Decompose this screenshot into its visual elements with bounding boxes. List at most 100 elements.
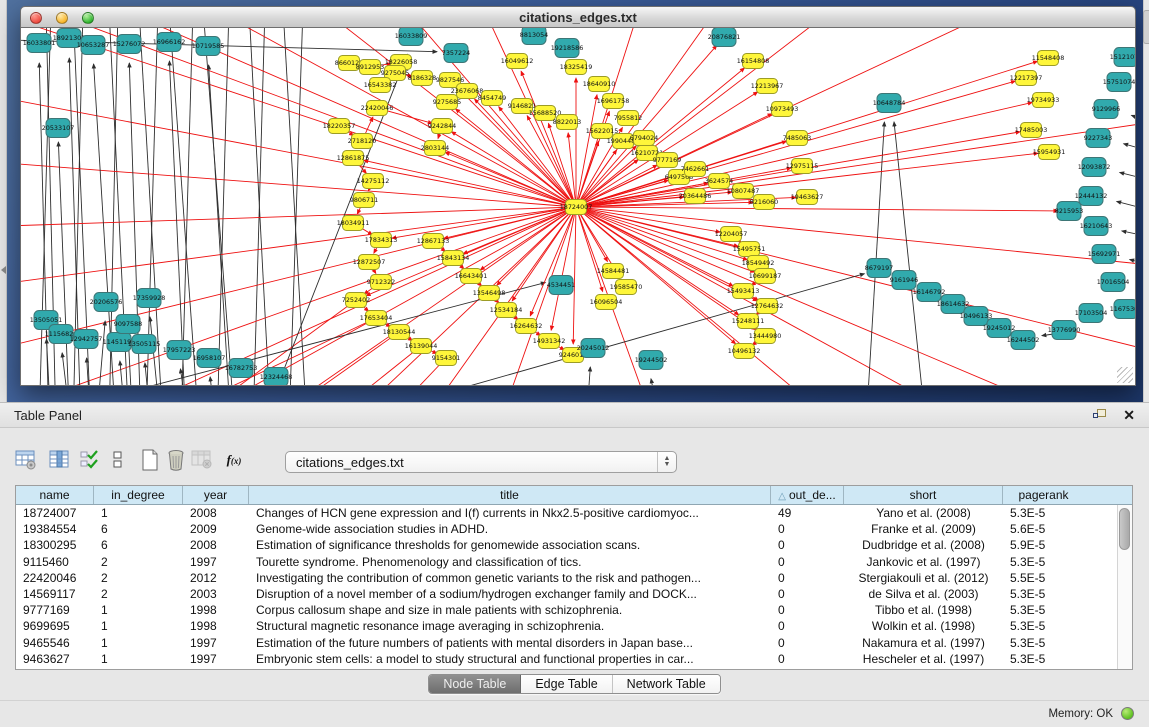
graph-node[interactable]: 16244502 <box>1007 331 1040 350</box>
table-cell[interactable]: 5.9E-5 <box>1003 537 1084 553</box>
tab-edge-table[interactable]: Edge Table <box>521 675 612 693</box>
table-cell[interactable]: 1997 <box>183 651 249 667</box>
graph-node[interactable]: 15495751 <box>733 242 766 257</box>
table-cell[interactable]: 0 <box>771 586 844 602</box>
close-panel-icon[interactable]: ✕ <box>1123 407 1135 423</box>
graph-node[interactable]: 2803144 <box>421 141 449 156</box>
table-cell[interactable]: 2009 <box>183 521 249 537</box>
scrollbar-thumb[interactable] <box>1119 508 1130 550</box>
graph-node[interactable]: 12324468 <box>260 368 293 387</box>
graph-node[interactable]: 8679197 <box>865 259 893 278</box>
network-canvas[interactable]: 1832541918640910169617587955812156220151… <box>20 28 1136 386</box>
graph-node[interactable]: 12867133 <box>417 234 450 249</box>
graph-node[interactable]: 16643401 <box>455 269 488 284</box>
graph-node[interactable]: 16033809 <box>395 28 428 46</box>
graph-node[interactable]: 9242844 <box>428 119 456 134</box>
graph-node[interactable]: 9806711 <box>350 193 378 208</box>
table-row[interactable]: 2242004622012Investigating the contribut… <box>16 570 1117 586</box>
table-cell[interactable]: Franke et al. (2009) <box>844 521 1003 537</box>
table-cell[interactable]: Disruption of a novel member of a sodium… <box>249 586 771 602</box>
graph-node[interactable]: 7955812 <box>614 111 642 126</box>
table-cell[interactable]: 2003 <box>183 586 249 602</box>
graph-node[interactable]: 17016504 <box>1097 273 1130 292</box>
graph-node[interactable]: 8813054 <box>520 28 548 45</box>
right-splitter-strip[interactable] <box>1143 0 1149 402</box>
graph-node[interactable]: 19245012 <box>983 319 1016 338</box>
graph-node[interactable]: 9275685 <box>433 95 461 110</box>
table-cell[interactable]: 6 <box>94 537 183 553</box>
graph-node[interactable]: 10719585 <box>192 37 225 56</box>
graph-node[interactable]: 13776990 <box>1048 321 1081 340</box>
graph-node[interactable]: 9129966 <box>1092 100 1120 119</box>
table-cell[interactable]: Nakamura et al. (1997) <box>844 635 1003 651</box>
merge-rows-icon[interactable] <box>106 448 130 472</box>
table-cell[interactable]: Wolkin et al. (1998) <box>844 618 1003 634</box>
graph-node[interactable]: 13546498 <box>473 286 506 301</box>
table-cell[interactable]: Yano et al. (2008) <box>844 505 1003 521</box>
float-panel-icon[interactable] <box>1093 409 1107 422</box>
graph-node[interactable]: 19585470 <box>610 280 643 295</box>
table-cell[interactable]: 5.6E-5 <box>1003 521 1084 537</box>
column-header-short[interactable]: short <box>844 486 1003 504</box>
graph-node[interactable]: 12872507 <box>353 255 386 270</box>
tab-network-table[interactable]: Network Table <box>613 675 720 693</box>
graph-node[interactable]: 15954931 <box>1033 145 1066 160</box>
graph-node[interactable]: 16146792 <box>913 283 946 302</box>
graph-node[interactable]: 13505115 <box>128 335 161 354</box>
graph-node[interactable]: 17103504 <box>1075 304 1108 323</box>
table-cell[interactable]: 0 <box>771 635 844 651</box>
table-cell[interactable]: 1 <box>94 618 183 634</box>
graph-node[interactable]: 14931342 <box>533 334 566 349</box>
graph-node[interactable]: 2718120 <box>348 134 376 149</box>
window-resize-grip[interactable] <box>1117 367 1133 383</box>
graph-node[interactable]: 7485063 <box>783 131 811 146</box>
table-cell[interactable]: Estimation of the future numbers of pati… <box>249 635 771 651</box>
table-cell[interactable]: 1998 <box>183 618 249 634</box>
graph-node[interactable]: 9161946 <box>890 271 918 290</box>
graph-node[interactable]: 9097588 <box>114 315 142 334</box>
table-cell[interactable]: Stergiakouli et al. (2012) <box>844 570 1003 586</box>
new-table-icon[interactable] <box>138 448 162 472</box>
graph-node[interactable]: 17485003 <box>1015 123 1048 138</box>
table-cell[interactable]: 5.3E-5 <box>1003 651 1084 667</box>
graph-node[interactable]: 20245012 <box>577 339 610 358</box>
table-panel-header[interactable]: Table Panel ✕ <box>0 402 1149 428</box>
column-chooser-icon[interactable] <box>48 448 72 472</box>
column-header-in_degree[interactable]: in_degree <box>94 486 183 504</box>
graph-node[interactable]: 8215953 <box>1055 202 1083 221</box>
delete-table-icon[interactable] <box>164 448 188 472</box>
graph-node[interactable]: 9227343 <box>1084 129 1112 148</box>
splitter-collapse-icon[interactable] <box>1 266 6 274</box>
table-cell[interactable]: 9777169 <box>16 602 94 618</box>
graph-node[interactable]: 15843134 <box>437 251 470 266</box>
graph-node[interactable]: 19218586 <box>551 39 584 58</box>
table-cell[interactable]: 19384554 <box>16 521 94 537</box>
column-header-name[interactable]: name <box>16 486 94 504</box>
table-cell[interactable]: 14569117 <box>16 586 94 602</box>
graph-node[interactable]: 16782753 <box>225 359 258 378</box>
graph-node[interactable]: 19244502 <box>635 351 668 370</box>
table-cell[interactable]: 2 <box>94 570 183 586</box>
graph-node[interactable]: 18325419 <box>560 60 593 75</box>
table-cell[interactable]: Hescheler et al. (1997) <box>844 651 1003 667</box>
graph-node[interactable]: 11548408 <box>1032 51 1065 66</box>
table-cell[interactable]: Tourette syndrome. Phenomenology and cla… <box>249 554 771 570</box>
table-cell[interactable]: 5.3E-5 <box>1003 505 1084 521</box>
table-row[interactable]: 946554611997Estimation of the future num… <box>16 635 1117 651</box>
table-cell[interactable]: 0 <box>771 570 844 586</box>
table-cell[interactable]: Embryonic stem cells: a model to study s… <box>249 651 771 667</box>
graph-node[interactable]: 15751074 <box>1103 73 1136 92</box>
graph-node[interactable]: 16033801 <box>23 34 56 53</box>
table-cell[interactable]: Dudbridge et al. (2008) <box>844 537 1003 553</box>
table-cell[interactable]: 1997 <box>183 554 249 570</box>
graph-node[interactable]: 14584481 <box>597 264 630 279</box>
table-cell[interactable]: de Silva et al. (2003) <box>844 586 1003 602</box>
table-row[interactable]: 977716911998Corpus callosum shape and si… <box>16 602 1117 618</box>
table-cell[interactable]: 9465546 <box>16 635 94 651</box>
table-cell[interactable]: 0 <box>771 554 844 570</box>
left-splitter-strip[interactable] <box>0 0 7 402</box>
table-settings-icon[interactable] <box>14 448 38 472</box>
table-cell[interactable]: 9699695 <box>16 618 94 634</box>
graph-node[interactable]: 7462661 <box>681 162 709 177</box>
citation-network-graph[interactable]: 1832541918640910169617587955812156220151… <box>21 28 1136 386</box>
